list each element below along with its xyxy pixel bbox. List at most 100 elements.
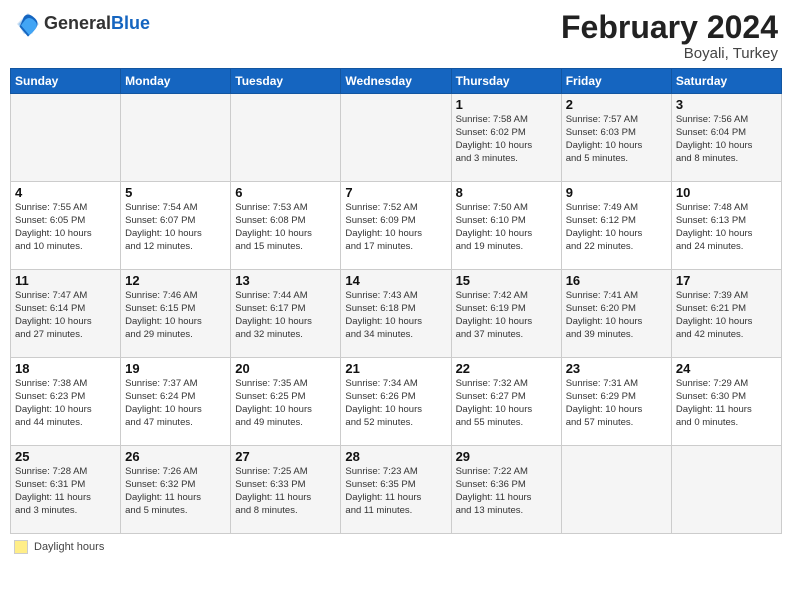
calendar-day-cell: 23 Sunrise: 7:31 AM Sunset: 6:29 PM Dayli… <box>561 358 671 446</box>
day-info: Sunrise: 7:28 AM Sunset: 6:31 PM Dayligh… <box>15 466 116 517</box>
calendar-week-row: 18 Sunrise: 7:38 AM Sunset: 6:23 PM Dayli… <box>11 358 782 446</box>
day-info: Sunrise: 7:34 AM Sunset: 6:26 PM Dayligh… <box>345 378 446 429</box>
day-info: Sunrise: 7:48 AM Sunset: 6:13 PM Dayligh… <box>676 202 777 253</box>
calendar-day-cell <box>121 94 231 182</box>
day-info: Sunrise: 7:57 AM Sunset: 6:03 PM Dayligh… <box>566 114 667 165</box>
day-number: 13 <box>235 273 336 288</box>
calendar-day-cell: 25 Sunrise: 7:28 AM Sunset: 6:31 PM Dayli… <box>11 446 121 534</box>
calendar-day-cell: 16 Sunrise: 7:41 AM Sunset: 6:20 PM Dayli… <box>561 270 671 358</box>
day-number: 22 <box>456 361 557 376</box>
calendar-day-cell: 7Sunrise: 7:52 AM Sunset: 6:09 PM Daylig… <box>341 182 451 270</box>
calendar-day-cell <box>231 94 341 182</box>
calendar-day-cell: 4 Sunrise: 7:55 AM Sunset: 6:05 PM Daylig… <box>11 182 121 270</box>
calendar-body: 1 Sunrise: 7:58 AM Sunset: 6:02 PM Daylig… <box>11 94 782 534</box>
day-info: Sunrise: 7:54 AM Sunset: 6:07 PM Dayligh… <box>125 202 226 253</box>
title-block: February 2024 Boyali, Turkey <box>561 10 778 62</box>
day-info: Sunrise: 7:42 AM Sunset: 6:19 PM Dayligh… <box>456 290 557 341</box>
calendar-day-cell: 5 Sunrise: 7:54 AM Sunset: 6:07 PM Daylig… <box>121 182 231 270</box>
day-number: 21 <box>345 361 446 376</box>
calendar-day-cell: 22Sunrise: 7:32 AM Sunset: 6:27 PM Dayli… <box>451 358 561 446</box>
day-number: 26 <box>125 449 226 464</box>
day-info: Sunrise: 7:53 AM Sunset: 6:08 PM Dayligh… <box>235 202 336 253</box>
calendar-week-row: 1 Sunrise: 7:58 AM Sunset: 6:02 PM Daylig… <box>11 94 782 182</box>
day-info: Sunrise: 7:46 AM Sunset: 6:15 PM Dayligh… <box>125 290 226 341</box>
location-subtitle: Boyali, Turkey <box>561 45 778 62</box>
day-info: Sunrise: 7:58 AM Sunset: 6:02 PM Dayligh… <box>456 114 557 165</box>
calendar-day-cell: 26Sunrise: 7:26 AM Sunset: 6:32 PM Dayli… <box>121 446 231 534</box>
day-info: Sunrise: 7:43 AM Sunset: 6:18 PM Dayligh… <box>345 290 446 341</box>
calendar-day-cell <box>11 94 121 182</box>
day-number: 28 <box>345 449 446 464</box>
page-header: GeneralBlue February 2024 Boyali, Turkey <box>10 10 782 62</box>
calendar-day-cell: 8Sunrise: 7:50 AM Sunset: 6:10 PM Daylig… <box>451 182 561 270</box>
calendar-day-cell <box>341 94 451 182</box>
day-number: 14 <box>345 273 446 288</box>
calendar-day-cell: 28Sunrise: 7:23 AM Sunset: 6:35 PM Dayli… <box>341 446 451 534</box>
day-info: Sunrise: 7:35 AM Sunset: 6:25 PM Dayligh… <box>235 378 336 429</box>
logo-text: GeneralBlue <box>44 14 150 34</box>
day-number: 7 <box>345 185 446 200</box>
calendar-day-cell: 13 Sunrise: 7:44 AM Sunset: 6:17 PM Dayli… <box>231 270 341 358</box>
calendar-day-cell: 12Sunrise: 7:46 AM Sunset: 6:15 PM Dayli… <box>121 270 231 358</box>
weekday-header-cell: Wednesday <box>341 69 451 94</box>
day-number: 16 <box>566 273 667 288</box>
day-info: Sunrise: 7:29 AM Sunset: 6:30 PM Dayligh… <box>676 378 777 429</box>
day-info: Sunrise: 7:44 AM Sunset: 6:17 PM Dayligh… <box>235 290 336 341</box>
day-number: 25 <box>15 449 116 464</box>
logo: GeneralBlue <box>14 10 150 38</box>
calendar-day-cell: 18 Sunrise: 7:38 AM Sunset: 6:23 PM Dayli… <box>11 358 121 446</box>
legend: Daylight hours <box>10 540 782 554</box>
day-info: Sunrise: 7:47 AM Sunset: 6:14 PM Dayligh… <box>15 290 116 341</box>
day-number: 1 <box>456 97 557 112</box>
day-number: 3 <box>676 97 777 112</box>
logo-icon <box>14 10 42 38</box>
day-number: 2 <box>566 97 667 112</box>
month-year-title: February 2024 <box>561 10 778 45</box>
calendar-day-cell: 1 Sunrise: 7:58 AM Sunset: 6:02 PM Daylig… <box>451 94 561 182</box>
calendar-day-cell: 27Sunrise: 7:25 AM Sunset: 6:33 PM Dayli… <box>231 446 341 534</box>
legend-label: Daylight hours <box>34 541 104 553</box>
calendar-day-cell: 15 Sunrise: 7:42 AM Sunset: 6:19 PM Dayli… <box>451 270 561 358</box>
day-number: 11 <box>15 273 116 288</box>
day-info: Sunrise: 7:22 AM Sunset: 6:36 PM Dayligh… <box>456 466 557 517</box>
day-number: 23 <box>566 361 667 376</box>
day-number: 18 <box>15 361 116 376</box>
calendar-day-cell: 21 Sunrise: 7:34 AM Sunset: 6:26 PM Dayli… <box>341 358 451 446</box>
day-number: 19 <box>125 361 226 376</box>
calendar-day-cell <box>561 446 671 534</box>
day-number: 20 <box>235 361 336 376</box>
day-info: Sunrise: 7:37 AM Sunset: 6:24 PM Dayligh… <box>125 378 226 429</box>
day-number: 6 <box>235 185 336 200</box>
legend-box <box>14 540 28 554</box>
day-number: 5 <box>125 185 226 200</box>
day-number: 29 <box>456 449 557 464</box>
day-number: 15 <box>456 273 557 288</box>
calendar-day-cell: 14 Sunrise: 7:43 AM Sunset: 6:18 PM Dayli… <box>341 270 451 358</box>
weekday-header-cell: Friday <box>561 69 671 94</box>
day-number: 10 <box>676 185 777 200</box>
weekday-header-cell: Saturday <box>671 69 781 94</box>
day-info: Sunrise: 7:39 AM Sunset: 6:21 PM Dayligh… <box>676 290 777 341</box>
day-info: Sunrise: 7:38 AM Sunset: 6:23 PM Dayligh… <box>15 378 116 429</box>
weekday-header-cell: Tuesday <box>231 69 341 94</box>
calendar-day-cell: 29 Sunrise: 7:22 AM Sunset: 6:36 PM Dayli… <box>451 446 561 534</box>
day-info: Sunrise: 7:56 AM Sunset: 6:04 PM Dayligh… <box>676 114 777 165</box>
weekday-header-row: SundayMondayTuesdayWednesdayThursdayFrid… <box>11 69 782 94</box>
day-number: 9 <box>566 185 667 200</box>
calendar-day-cell: 6 Sunrise: 7:53 AM Sunset: 6:08 PM Daylig… <box>231 182 341 270</box>
calendar-day-cell: 17Sunrise: 7:39 AM Sunset: 6:21 PM Dayli… <box>671 270 781 358</box>
day-info: Sunrise: 7:50 AM Sunset: 6:10 PM Dayligh… <box>456 202 557 253</box>
day-info: Sunrise: 7:55 AM Sunset: 6:05 PM Dayligh… <box>15 202 116 253</box>
calendar-day-cell: 3 Sunrise: 7:56 AM Sunset: 6:04 PM Daylig… <box>671 94 781 182</box>
day-info: Sunrise: 7:49 AM Sunset: 6:12 PM Dayligh… <box>566 202 667 253</box>
calendar-week-row: 11 Sunrise: 7:47 AM Sunset: 6:14 PM Dayli… <box>11 270 782 358</box>
day-info: Sunrise: 7:31 AM Sunset: 6:29 PM Dayligh… <box>566 378 667 429</box>
calendar-day-cell: 24Sunrise: 7:29 AM Sunset: 6:30 PM Dayli… <box>671 358 781 446</box>
calendar-day-cell: 10 Sunrise: 7:48 AM Sunset: 6:13 PM Dayli… <box>671 182 781 270</box>
weekday-header-cell: Monday <box>121 69 231 94</box>
day-number: 4 <box>15 185 116 200</box>
calendar-day-cell <box>671 446 781 534</box>
calendar-day-cell: 19 Sunrise: 7:37 AM Sunset: 6:24 PM Dayli… <box>121 358 231 446</box>
day-info: Sunrise: 7:41 AM Sunset: 6:20 PM Dayligh… <box>566 290 667 341</box>
calendar-day-cell: 11 Sunrise: 7:47 AM Sunset: 6:14 PM Dayli… <box>11 270 121 358</box>
